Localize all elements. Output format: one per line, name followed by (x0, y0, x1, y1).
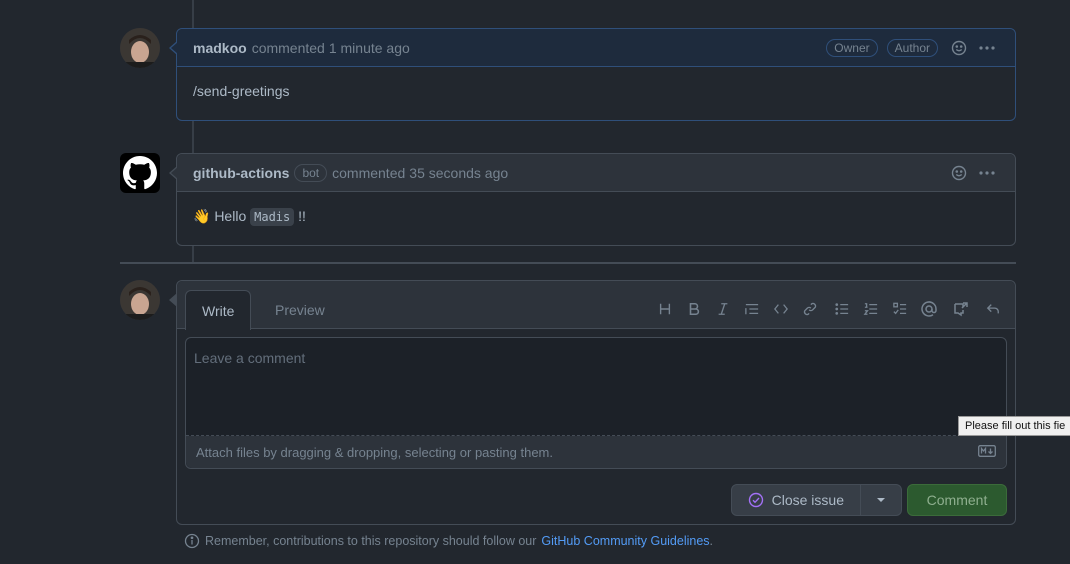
avatar[interactable] (120, 280, 160, 320)
task-list-icon[interactable] (885, 297, 914, 321)
quote-icon[interactable] (737, 297, 766, 321)
reply-icon[interactable] (978, 297, 1007, 321)
github-logo-icon (123, 156, 157, 190)
bot-badge: bot (294, 163, 328, 182)
comment-action: commented (332, 164, 406, 181)
info-icon (184, 533, 200, 549)
smiley-icon[interactable] (947, 161, 971, 185)
timeline-divider (120, 262, 1016, 264)
markdown-icon (978, 444, 996, 460)
close-issue-main[interactable]: Close issue (732, 485, 861, 515)
timeline-line (192, 120, 194, 154)
timeline-line (192, 0, 194, 28)
github-actions-avatar[interactable] (120, 153, 160, 193)
comment-textarea[interactable]: Leave a comment Attach files by dragging… (185, 337, 1007, 469)
comment-input-placeholder[interactable]: Leave a comment (186, 338, 1006, 436)
mention-icon[interactable] (914, 297, 943, 321)
comment-header: github-actions bot commented 35 seconds … (169, 154, 1015, 192)
check-circle-icon (748, 492, 763, 508)
code-icon[interactable] (766, 297, 795, 321)
author-badge: Author (886, 38, 938, 57)
reference-icon[interactable] (946, 297, 975, 321)
tab-write[interactable]: Write (185, 290, 252, 330)
comment-time[interactable]: 35 seconds ago (409, 165, 508, 181)
comment-box: github-actions bot commented 35 seconds … (169, 153, 1016, 246)
close-issue-label: Close issue (771, 492, 844, 508)
comment-author[interactable]: madkoo (193, 40, 247, 56)
comment-header: madkoo commented 1 minute ago Owner Auth… (169, 29, 1015, 67)
greeting-text: 👋 Hello (193, 208, 247, 224)
bold-icon[interactable] (679, 297, 708, 321)
ordered-list-icon[interactable] (856, 297, 885, 321)
link-icon[interactable] (795, 297, 824, 321)
owner-badge: Owner (826, 38, 878, 57)
close-options-dropdown[interactable] (861, 485, 901, 515)
comment-button[interactable]: Comment (907, 484, 1007, 516)
editor-actions: Close issue Comment (730, 484, 1007, 516)
unordered-list-icon[interactable] (827, 297, 856, 321)
comment-author[interactable]: github-actions (193, 165, 289, 181)
comment-box: madkoo commented 1 minute ago Owner Auth… (169, 28, 1016, 121)
footer-suffix: . (709, 534, 714, 548)
smiley-icon[interactable] (947, 36, 971, 60)
avatar[interactable] (120, 28, 160, 68)
greeting-suffix: !! (298, 208, 306, 224)
caret-down-icon (877, 498, 885, 502)
editor-header: Write Preview (169, 281, 1015, 330)
more-options-icon[interactable] (975, 36, 999, 60)
inline-code: Madis (250, 208, 295, 226)
contribution-note: Remember, contributions to this reposito… (184, 533, 713, 549)
italic-icon[interactable] (708, 297, 737, 321)
comment-body: /send-greetings (193, 83, 290, 99)
validation-tooltip: Please fill out this fie (958, 416, 1070, 436)
attach-files-bar[interactable]: Attach files by dragging & dropping, sel… (186, 436, 1006, 468)
community-guidelines-link[interactable]: GitHub Community Guidelines (541, 534, 709, 548)
close-issue-button[interactable]: Close issue (730, 484, 902, 516)
comment-action: commented (251, 39, 325, 56)
more-options-icon[interactable] (975, 161, 999, 185)
attach-files-text: Attach files by dragging & dropping, sel… (196, 444, 553, 460)
comment-time[interactable]: 1 minute ago (329, 40, 410, 56)
tab-preview[interactable]: Preview (259, 290, 341, 330)
contribution-note-text: Remember, contributions to this reposito… (205, 534, 537, 548)
markdown-toolbar (650, 297, 1007, 321)
comment-editor: Write Preview Leave a comment Attach fil… (169, 280, 1016, 525)
timeline-line (192, 245, 194, 262)
heading-icon[interactable] (650, 297, 679, 321)
comment-body: 👋 Hello Madis !! (177, 192, 1015, 241)
